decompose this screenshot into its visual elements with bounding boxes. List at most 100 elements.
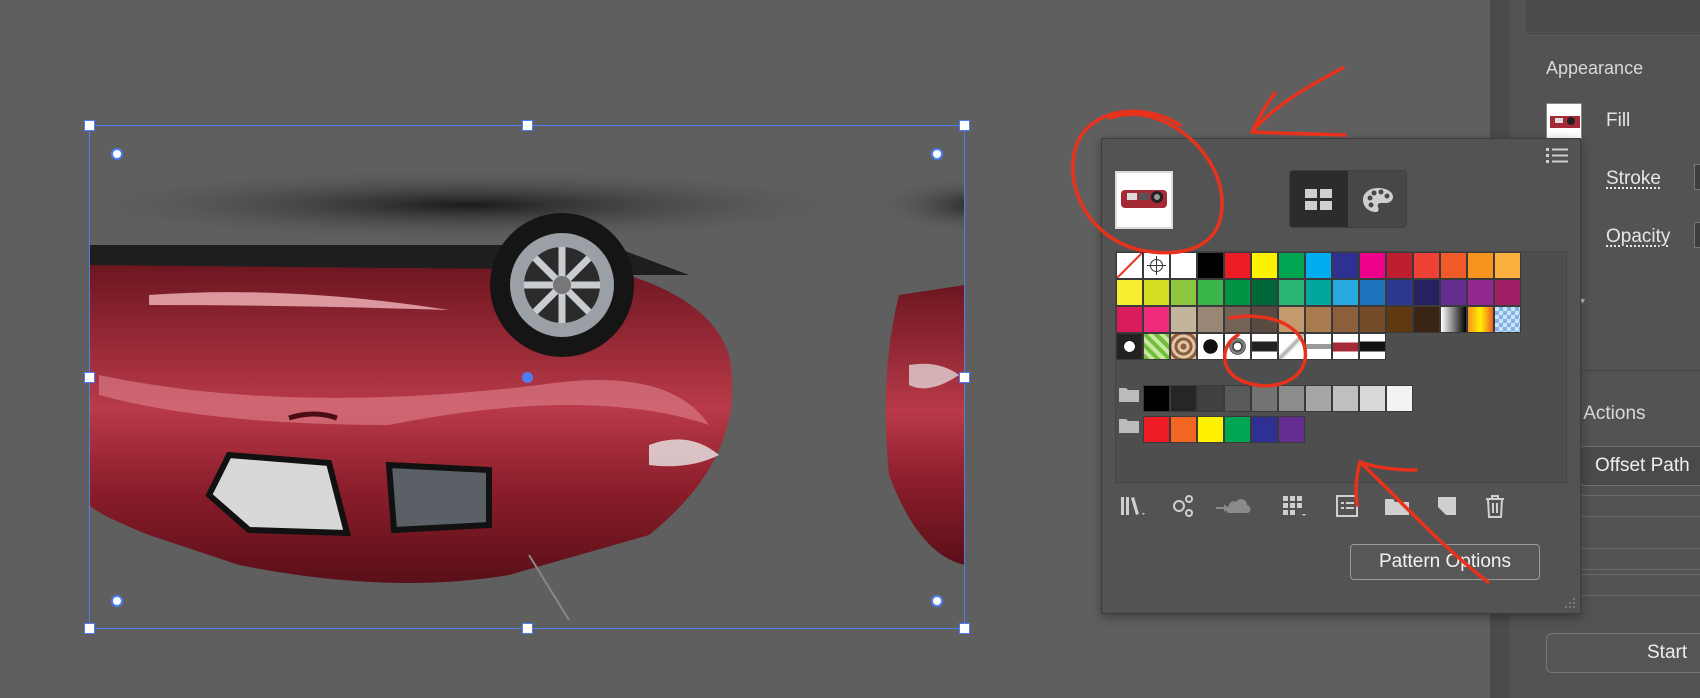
color-swatch[interactable] <box>1251 306 1278 333</box>
resize-handle-top-center[interactable] <box>522 120 533 131</box>
pattern-swatch[interactable] <box>1197 333 1224 360</box>
resize-handle-top-right[interactable] <box>959 120 970 131</box>
panel-menu-icon[interactable] <box>1546 147 1568 165</box>
color-mixer-button[interactable] <box>1349 171 1406 227</box>
action-button-placeholder[interactable] <box>1580 574 1700 596</box>
pattern-swatch[interactable] <box>1359 333 1386 360</box>
resize-handle-bottom-left[interactable] <box>84 623 95 634</box>
color-swatch[interactable] <box>1278 306 1305 333</box>
registration-swatch[interactable] <box>1143 252 1170 279</box>
color-swatch[interactable] <box>1359 279 1386 306</box>
pattern-swatch[interactable] <box>1143 333 1170 360</box>
color-swatch[interactable] <box>1413 252 1440 279</box>
corner-widget-bottom-left[interactable] <box>111 595 123 607</box>
gradient-swatch[interactable] <box>1467 306 1494 333</box>
corner-widget-top-left[interactable] <box>111 148 123 160</box>
current-pattern-preview[interactable] <box>1115 171 1173 229</box>
gray-swatch[interactable] <box>1305 385 1332 412</box>
color-swatch[interactable] <box>1440 252 1467 279</box>
color-swatch[interactable] <box>1251 252 1278 279</box>
trash-icon[interactable] <box>1480 491 1510 521</box>
group-color-swatch[interactable] <box>1197 416 1224 443</box>
color-swatch[interactable] <box>1332 279 1359 306</box>
color-swatch[interactable] <box>1170 306 1197 333</box>
pattern-options-button[interactable]: Pattern Options <box>1350 544 1540 580</box>
pattern-swatch[interactable] <box>1224 333 1251 360</box>
fill-swatch[interactable] <box>1546 103 1582 139</box>
color-swatch[interactable] <box>1332 306 1359 333</box>
group-color-swatch[interactable] <box>1278 416 1305 443</box>
color-swatch[interactable] <box>1197 306 1224 333</box>
pattern-swatch[interactable] <box>1116 333 1143 360</box>
gray-swatch[interactable] <box>1251 385 1278 412</box>
action-button-placeholder[interactable] <box>1580 495 1700 517</box>
group-color-swatch[interactable] <box>1224 416 1251 443</box>
color-swatch[interactable] <box>1494 252 1521 279</box>
color-swatch[interactable] <box>1170 279 1197 306</box>
color-swatch[interactable] <box>1224 252 1251 279</box>
resize-handle-bottom-center[interactable] <box>522 623 533 634</box>
color-swatch[interactable] <box>1305 306 1332 333</box>
gradient-swatch[interactable] <box>1494 306 1521 333</box>
color-swatch[interactable] <box>1467 252 1494 279</box>
color-swatch[interactable] <box>1413 306 1440 333</box>
white-swatch[interactable] <box>1170 252 1197 279</box>
new-color-group-icon[interactable] <box>1382 491 1412 521</box>
gray-swatch[interactable] <box>1143 385 1170 412</box>
swatch-libraries-icon[interactable] <box>1119 491 1149 521</box>
color-swatch[interactable] <box>1386 252 1413 279</box>
car-artwork[interactable] <box>89 125 965 629</box>
color-swatch[interactable] <box>1305 279 1332 306</box>
gray-swatch[interactable] <box>1278 385 1305 412</box>
color-swatch[interactable] <box>1197 252 1224 279</box>
color-swatch[interactable] <box>1386 306 1413 333</box>
swatches-view-button[interactable] <box>1290 171 1348 227</box>
none-swatch[interactable] <box>1116 252 1143 279</box>
pattern-swatch[interactable] <box>1278 333 1305 360</box>
gray-swatch[interactable] <box>1170 385 1197 412</box>
offset-path-button[interactable]: Offset Path <box>1580 446 1700 486</box>
color-swatch[interactable] <box>1359 252 1386 279</box>
resize-handle-middle-left[interactable] <box>84 372 95 383</box>
color-swatch[interactable] <box>1332 252 1359 279</box>
gray-swatch[interactable] <box>1386 385 1413 412</box>
resize-grip-icon[interactable] <box>1562 595 1576 609</box>
color-swatch[interactable] <box>1224 279 1251 306</box>
color-swatch[interactable] <box>1197 279 1224 306</box>
resize-handle-bottom-right[interactable] <box>959 623 970 634</box>
group-color-swatch[interactable] <box>1170 416 1197 443</box>
pattern-swatch[interactable] <box>1251 333 1278 360</box>
corner-widget-bottom-right[interactable] <box>931 595 943 607</box>
gray-swatch[interactable] <box>1359 385 1386 412</box>
pattern-swatch[interactable] <box>1170 333 1197 360</box>
color-swatch[interactable] <box>1278 279 1305 306</box>
color-swatch[interactable] <box>1116 306 1143 333</box>
color-swatch[interactable] <box>1143 279 1170 306</box>
resize-handle-middle-right[interactable] <box>959 372 970 383</box>
gray-swatch[interactable] <box>1332 385 1359 412</box>
swatch-list-icon[interactable] <box>1332 491 1362 521</box>
color-swatch[interactable] <box>1224 306 1251 333</box>
new-swatch-icon[interactable] <box>1432 491 1462 521</box>
color-swatch[interactable] <box>1359 306 1386 333</box>
group-color-swatch[interactable] <box>1251 416 1278 443</box>
color-swatch[interactable] <box>1305 252 1332 279</box>
resize-handle-top-left[interactable] <box>84 120 95 131</box>
color-swatch[interactable] <box>1251 279 1278 306</box>
color-swatch[interactable] <box>1467 279 1494 306</box>
color-swatch[interactable] <box>1143 306 1170 333</box>
stroke-label[interactable]: Stroke <box>1606 168 1661 190</box>
start-button[interactable]: Start <box>1546 633 1700 673</box>
corner-widget-top-right[interactable] <box>931 148 943 160</box>
pattern-swatch[interactable] <box>1305 333 1332 360</box>
swatch-options-icon[interactable] <box>1280 491 1310 521</box>
action-button-placeholder[interactable] <box>1580 548 1700 570</box>
gray-swatch[interactable] <box>1224 385 1251 412</box>
folder-icon[interactable] <box>1118 416 1142 436</box>
color-swatch[interactable] <box>1494 279 1521 306</box>
color-swatch[interactable] <box>1116 279 1143 306</box>
folder-icon[interactable] <box>1118 385 1142 405</box>
color-swatch[interactable] <box>1413 279 1440 306</box>
opacity-label[interactable]: Opacity <box>1606 226 1670 248</box>
color-swatch[interactable] <box>1440 279 1467 306</box>
